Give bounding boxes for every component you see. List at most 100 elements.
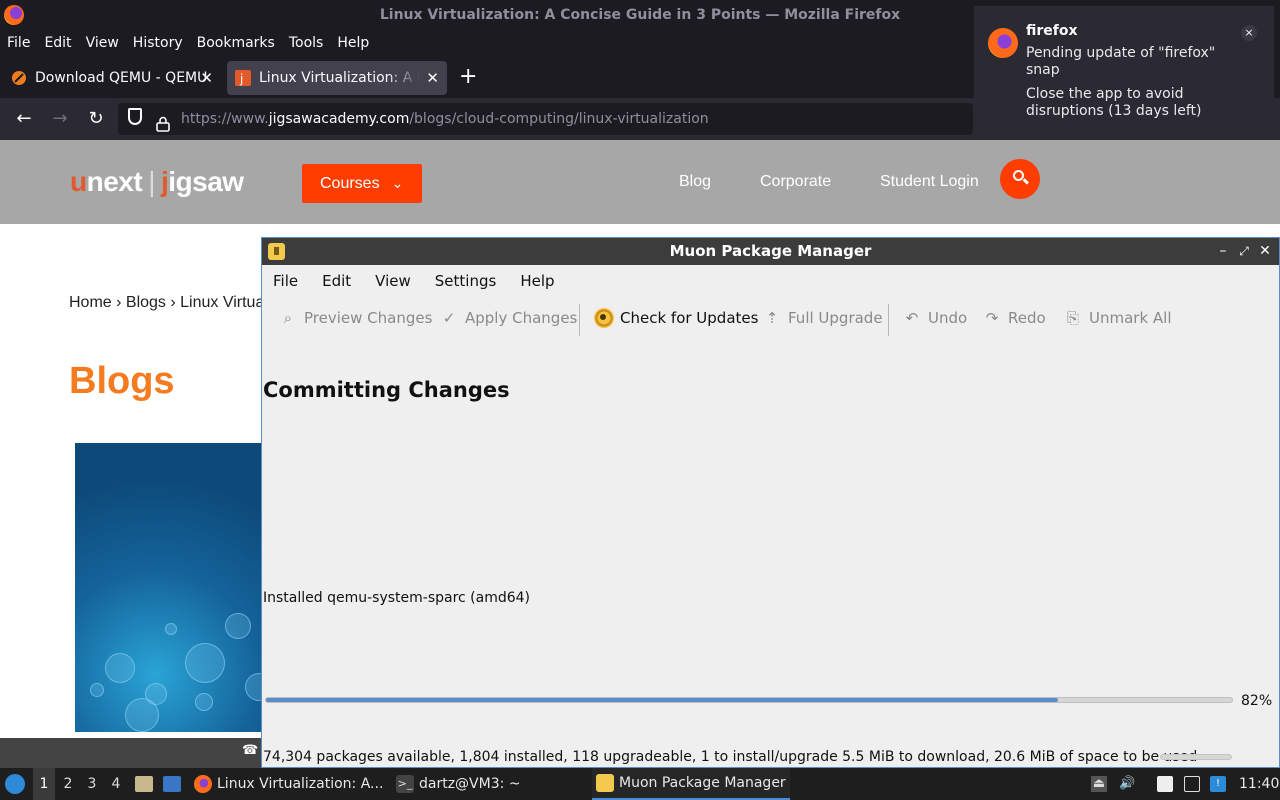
- preview-changes-button[interactable]: ⌕ Preview Changes: [280, 300, 433, 336]
- toolbar-separator: [579, 304, 580, 336]
- lock-icon[interactable]: [156, 116, 170, 132]
- reload-icon[interactable]: ↻: [84, 107, 108, 131]
- desktop-icon[interactable]: [163, 776, 181, 792]
- muon-toolbar: ⌕ Preview Changes ✓ Apply Changes Check …: [262, 300, 1279, 336]
- unmark-icon: ⎘: [1066, 309, 1079, 327]
- tray-eject-icon[interactable]: ⏏: [1091, 776, 1107, 792]
- svg-text:j: j: [239, 72, 243, 86]
- tab-close-icon[interactable]: ✕: [426, 69, 439, 87]
- nav-student-login[interactable]: Student Login: [880, 173, 979, 191]
- task-terminal[interactable]: >_ dartz@VM3: ~: [396, 768, 521, 800]
- url-scheme: https://www.: [181, 111, 269, 127]
- install-status-text: Installed qemu-system-sparc (amd64): [263, 590, 531, 606]
- clipboard-icon[interactable]: [1157, 776, 1173, 792]
- statusbar-progress: [1160, 754, 1232, 760]
- tab-close-icon[interactable]: ✕: [200, 69, 213, 87]
- forward-arrow-icon[interactable]: →: [48, 107, 72, 131]
- muon-menu-settings[interactable]: Settings: [435, 272, 497, 290]
- menu-bookmarks[interactable]: Bookmarks: [197, 35, 275, 51]
- url-path: /blogs/cloud-computing/linux-virtualizat…: [409, 111, 709, 127]
- menu-edit[interactable]: Edit: [44, 35, 71, 51]
- undo-icon: ↶: [905, 309, 919, 327]
- taskbar: 1 2 3 4 Linux Virtualization: A... >_ da…: [0, 768, 1280, 800]
- tab-linux-virtualization[interactable]: j Linux Virtualization: A Co ✕: [227, 61, 447, 95]
- notification-title: firefox: [1026, 23, 1078, 39]
- firefox-logo-icon: [988, 28, 1018, 58]
- menu-history[interactable]: History: [133, 35, 183, 51]
- check-for-updates-button[interactable]: Check for Updates: [594, 300, 758, 336]
- site-header: unext | jigsaw Courses ⌄ Blog Corporate St…: [0, 140, 1280, 224]
- upgrade-arrow-icon: ⇡: [765, 309, 779, 327]
- unmark-all-button[interactable]: ⎘ Unmark All: [1065, 300, 1172, 336]
- menu-view[interactable]: View: [86, 35, 119, 51]
- muon-menu-edit[interactable]: Edit: [322, 272, 351, 290]
- toolbar-separator: [888, 304, 889, 336]
- volume-icon[interactable]: 🔊: [1119, 776, 1135, 792]
- url-bar[interactable]: https://www. jigsawacademy.com/blogs/clou…: [118, 103, 973, 135]
- minimize-icon[interactable]: –: [1214, 241, 1232, 261]
- checkmark-icon: ✓: [442, 309, 456, 327]
- redo-button[interactable]: ↷ Redo: [984, 300, 1046, 336]
- clock[interactable]: 11:40: [1239, 768, 1279, 800]
- menu-file[interactable]: File: [7, 35, 30, 51]
- file-manager-icon[interactable]: [135, 776, 153, 792]
- phone-icon: ☎: [242, 743, 259, 758]
- workspace-2[interactable]: 2: [57, 768, 79, 800]
- contact-strip: ☎: [0, 738, 262, 768]
- site-search-button[interactable]: [1000, 159, 1040, 199]
- firefox-logo-icon: [4, 5, 24, 25]
- task-firefox[interactable]: Linux Virtualization: A...: [194, 768, 383, 800]
- workspace-3[interactable]: 3: [81, 768, 103, 800]
- committing-heading: Committing Changes: [263, 378, 510, 402]
- start-menu-icon[interactable]: [5, 774, 25, 794]
- tracking-shield-icon[interactable]: [128, 108, 142, 125]
- update-notifier-icon[interactable]: !: [1210, 776, 1226, 792]
- notification-close-icon[interactable]: ×: [1241, 25, 1257, 41]
- task-muon[interactable]: Muon Package Manager: [592, 768, 790, 800]
- window-title: Linux Virtualization: A Concise Guide in…: [379, 7, 901, 23]
- network-icon[interactable]: [1184, 776, 1200, 792]
- undo-button[interactable]: ↶ Undo: [904, 300, 967, 336]
- muon-menu-file[interactable]: File: [273, 272, 298, 290]
- muon-titlebar: Muon Package Manager – ⤢ ✕: [262, 238, 1279, 265]
- nav-blog[interactable]: Blog: [679, 173, 711, 191]
- workspace-1[interactable]: 1: [33, 768, 55, 800]
- muon-app-icon: [596, 774, 614, 792]
- muon-menu-view[interactable]: View: [375, 272, 411, 290]
- workspace-4[interactable]: 4: [105, 768, 127, 800]
- full-upgrade-button[interactable]: ⇡ Full Upgrade: [764, 300, 883, 336]
- close-icon[interactable]: ✕: [1256, 241, 1274, 261]
- tab-label: Download QEMU - QEMU: [35, 70, 208, 86]
- commit-progress-bar: [265, 697, 1233, 703]
- muon-window-title: Muon Package Manager: [669, 242, 872, 260]
- update-notification[interactable]: firefox Pending update of "firefox" snap…: [974, 6, 1274, 134]
- unext-jigsaw-logo[interactable]: unext | jigsaw: [70, 166, 244, 198]
- jigsaw-favicon-icon: j: [235, 70, 251, 86]
- redo-icon: ↷: [985, 309, 999, 327]
- menu-tools[interactable]: Tools: [289, 35, 324, 51]
- progress-fill: [266, 698, 1059, 702]
- progress-percent: 82%: [1241, 693, 1273, 709]
- muon-menu-help[interactable]: Help: [520, 272, 554, 290]
- muon-menubar: File Edit View Settings Help: [262, 267, 1279, 295]
- blog-hero-image[interactable]: [75, 443, 275, 732]
- chevron-down-icon: ⌄: [391, 175, 404, 191]
- notification-body: Pending update of "firefox" snap: [1026, 45, 1216, 78]
- new-tab-plus-icon[interactable]: +: [459, 64, 477, 90]
- breadcrumb[interactable]: Home › Blogs › Linux Virtua: [69, 294, 264, 312]
- muon-window: Muon Package Manager – ⤢ ✕ File Edit Vie…: [261, 237, 1280, 768]
- menu-help[interactable]: Help: [337, 35, 369, 51]
- courses-button[interactable]: Courses ⌄: [302, 164, 422, 203]
- tab-label: Linux Virtualization: A Co: [259, 70, 429, 86]
- back-arrow-icon[interactable]: ←: [12, 107, 36, 131]
- firefox-logo-icon: [194, 775, 212, 793]
- search-icon: ⌕: [283, 309, 293, 327]
- package-statusbar: 74,304 packages available, 1,804 install…: [263, 749, 1198, 765]
- apply-changes-button[interactable]: ✓ Apply Changes: [441, 300, 578, 336]
- tab-download-qemu[interactable]: Download QEMU - QEMU ✕: [3, 61, 221, 95]
- nav-corporate[interactable]: Corporate: [760, 173, 831, 191]
- maximize-icon[interactable]: ⤢: [1235, 241, 1253, 261]
- qemu-favicon-icon: [12, 71, 26, 85]
- notification-detail: Close the app to avoid disruptions (13 d…: [1026, 86, 1202, 119]
- page-title: Blogs: [69, 360, 175, 402]
